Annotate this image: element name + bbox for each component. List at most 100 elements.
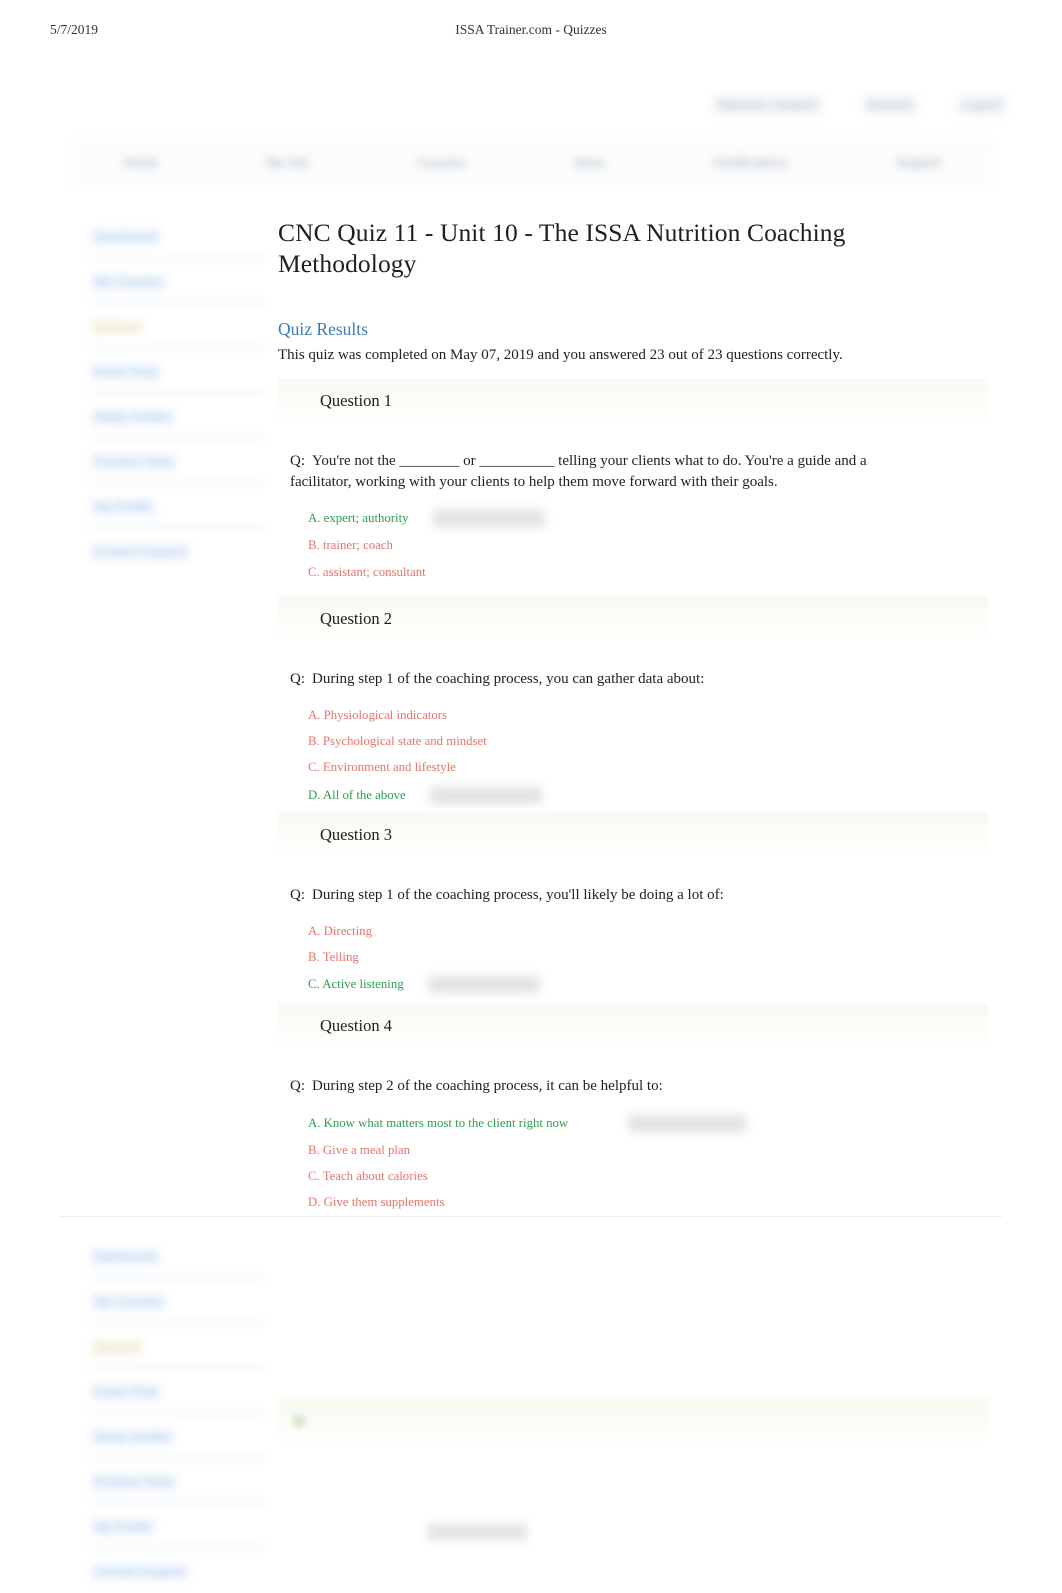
sidebar-item-study-guides[interactable]: Study Guides — [90, 1428, 265, 1461]
answer-option[interactable]: D. All of the above — [308, 786, 988, 804]
sidebar-item-quizzes[interactable]: Quizzes — [90, 318, 265, 351]
sidebar-item-label: Practice Tests — [90, 453, 178, 471]
answer-option[interactable]: A. Directing — [308, 924, 988, 939]
question-header-next-page — [278, 1398, 988, 1445]
answer-label: C. Teach about calories — [308, 1169, 428, 1184]
sidebar-item-label: Quizzes — [90, 318, 146, 336]
answer-label: B. Give a meal plan — [308, 1142, 410, 1157]
nav-tab-support[interactable]: Support — [842, 149, 995, 176]
answer-option[interactable]: B. Psychological state and mindset — [308, 734, 988, 749]
sidebar-divider — [90, 1364, 265, 1371]
print-page-title: ISSA Trainer.com - Quizzes — [455, 22, 607, 37]
answer-option[interactable]: B. trainer; coach — [308, 538, 988, 553]
answer-list-3: A. Directing B. Telling C. Active listen… — [308, 924, 988, 994]
question-body: During step 2 of the coaching process, i… — [312, 1078, 663, 1094]
answer-option[interactable]: D. Give them supplements — [308, 1195, 988, 1210]
sidebar-item-label: My Profile — [90, 498, 156, 516]
sidebar-item-exam-prep[interactable]: Exam Prep — [90, 1383, 265, 1416]
question-prefix: Q: — [290, 1078, 305, 1094]
quiz-content: CNC Quiz 11 - Unit 10 - The ISSA Nutriti… — [278, 218, 988, 386]
your-answer-badge — [628, 1114, 747, 1132]
question-body: You're not the ________ or __________ te… — [290, 453, 867, 490]
page-title: CNC Quiz 11 - Unit 10 - The ISSA Nutriti… — [278, 218, 846, 278]
answer-option[interactable]: A. expert; authority — [308, 510, 988, 528]
answer-label: B. Psychological state and mindset — [308, 734, 487, 749]
nav-tab-courses[interactable]: Courses — [363, 148, 520, 176]
sidebar-item-practice-tests[interactable]: Practice Tests — [90, 1473, 265, 1506]
sidebar-item-dashboard[interactable]: Dashboard — [90, 1248, 265, 1281]
footer-page-badge — [427, 1524, 527, 1540]
sidebar-item-practice-tests[interactable]: Practice Tests — [90, 453, 265, 486]
sidebar-item-my-courses[interactable]: My Courses — [90, 273, 265, 306]
sidebar-item-label: Exam Prep — [90, 363, 162, 381]
sidebar-divider — [90, 434, 265, 441]
sidebar-item-label: My Courses — [90, 273, 167, 291]
answer-option[interactable]: B. Give a meal plan — [308, 1143, 988, 1158]
answer-label: C. assistant; consultant — [308, 564, 426, 579]
check-circle-icon — [292, 1414, 306, 1428]
question-block-3: Question 3 Q: During step 1 of the coachi… — [278, 812, 988, 1004]
question-label-2: Question 2 — [320, 609, 392, 628]
answer-option[interactable]: C. assistant; consultant — [308, 565, 988, 580]
sidebar-divider — [90, 1319, 265, 1326]
nav-tab-certifications[interactable]: Certifications — [659, 148, 843, 176]
answer-option[interactable]: C. Environment and lifestyle — [308, 760, 988, 775]
sidebar-item-label: Dashboard — [90, 1248, 162, 1266]
question-text-2: Q: During step 1 of the coaching process,… — [290, 669, 912, 690]
logout-link[interactable]: Logout — [956, 95, 1007, 115]
sidebar-divider — [90, 479, 265, 486]
your-answer-badge — [427, 976, 540, 994]
sidebar-item-my-profile[interactable]: My Profile — [90, 1518, 265, 1551]
sidebar-item-my-profile[interactable]: My Profile — [90, 498, 265, 531]
sidebar-item-label: Contact Support — [90, 1563, 191, 1581]
utility-nav: Welcome, Student Account Logout — [711, 95, 1007, 115]
answer-label: A. Know what matters most to the client … — [308, 1115, 569, 1130]
nav-tab-home[interactable]: Home — [70, 148, 213, 176]
sidebar-item-contact-support[interactable]: Contact Support — [90, 543, 265, 561]
sidebar-item-my-courses[interactable]: My Courses — [90, 1293, 265, 1326]
sidebar-divider — [90, 344, 265, 351]
sidebar-item-label: Study Guides — [90, 1428, 176, 1446]
answer-label: A. expert; authority — [308, 511, 409, 526]
answer-label: D. Give them supplements — [308, 1195, 445, 1210]
question-prefix: Q: — [290, 887, 305, 903]
sidebar-divider — [90, 254, 265, 261]
sidebar-item-label: Practice Tests — [90, 1473, 178, 1491]
sidebar-item-label: Quizzes — [90, 1338, 146, 1356]
answer-label: C. Active listening — [308, 977, 404, 992]
your-answer-badge — [429, 786, 542, 804]
nav-tab-my-info[interactable]: My Info — [213, 148, 364, 176]
sidebar-page1: Dashboard My Courses Quizzes Exam Prep S… — [90, 228, 265, 573]
sidebar-divider — [90, 1499, 265, 1506]
question-label-1: Question 1 — [320, 391, 392, 410]
question-prefix: Q: — [290, 453, 305, 469]
question-body: During step 1 of the coaching process, y… — [312, 671, 705, 687]
sidebar-item-exam-prep[interactable]: Exam Prep — [90, 363, 265, 396]
answer-option[interactable]: C. Teach about calories — [308, 1169, 988, 1184]
sidebar-divider — [90, 1544, 265, 1551]
question-text-3: Q: During step 1 of the coaching process,… — [290, 885, 912, 906]
site-chrome: Welcome, Student Account Logout Home My … — [0, 80, 1062, 205]
nav-tab-store[interactable]: Store — [520, 148, 660, 176]
question-block-1: Question 1 Q: You're not the ________ or … — [278, 378, 988, 591]
account-link[interactable]: Account — [860, 95, 919, 115]
sidebar-item-label: My Courses — [90, 1293, 167, 1311]
answer-option[interactable]: A. Physiological indicators — [308, 708, 988, 723]
answer-option[interactable]: C. Active listening — [308, 976, 988, 994]
answer-list-1: A. expert; authority B. trainer; coach C… — [308, 510, 988, 580]
your-answer-badge — [432, 510, 545, 528]
welcome-user-link[interactable]: Welcome, Student — [711, 95, 823, 115]
question-label-3: Question 3 — [320, 825, 392, 844]
answer-option[interactable]: B. Telling — [308, 950, 988, 965]
sidebar-item-quizzes[interactable]: Quizzes — [90, 1338, 265, 1371]
sidebar-item-study-guides[interactable]: Study Guides — [90, 408, 265, 441]
main-navbar: Home My Info Courses Store Certification… — [70, 140, 995, 184]
question-block-4: Question 4 Q: During step 2 of the coachi… — [278, 1003, 988, 1222]
sidebar-item-contact-support[interactable]: Contact Support — [90, 1563, 265, 1581]
sidebar-divider — [90, 524, 265, 531]
sidebar-item-label: Dashboard — [90, 228, 162, 246]
question-text-4: Q: During step 2 of the coaching process,… — [290, 1076, 912, 1097]
answer-option[interactable]: A. Know what matters most to the client … — [308, 1114, 988, 1132]
sidebar-item-dashboard[interactable]: Dashboard — [90, 228, 265, 261]
question-label-4: Question 4 — [320, 1016, 392, 1035]
